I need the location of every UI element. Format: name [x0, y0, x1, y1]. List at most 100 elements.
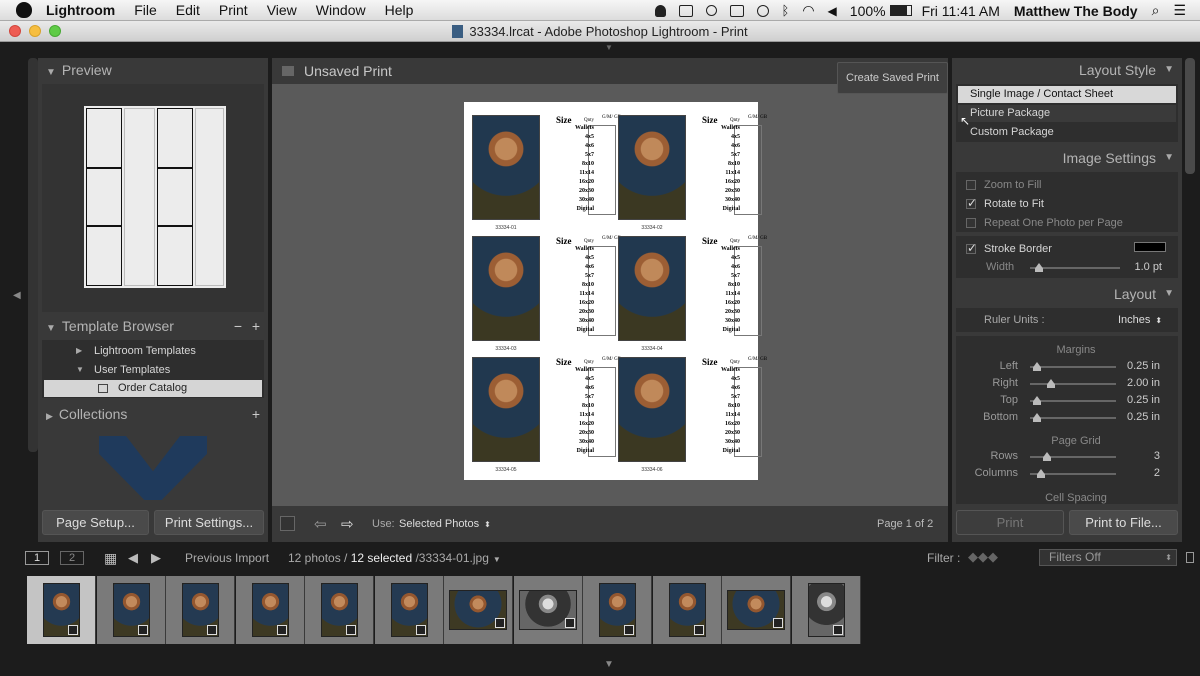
add-collection-icon[interactable]: +: [252, 402, 260, 426]
filmstrip-cell[interactable]: [722, 576, 791, 644]
clock[interactable]: Fri 11:41 AM: [922, 3, 1000, 19]
layout-header[interactable]: Layout ▼: [952, 282, 1182, 306]
close-button[interactable]: [9, 25, 21, 37]
stroke-color-swatch[interactable]: [1134, 242, 1166, 252]
filter-select[interactable]: Filters Off ⬍: [1039, 549, 1177, 566]
slider-value[interactable]: 0.25 in: [1120, 411, 1160, 423]
zoom-to-fill-checkbox[interactable]: [966, 180, 976, 190]
battery-icon[interactable]: [889, 5, 912, 16]
menu-print[interactable]: Print: [219, 2, 248, 18]
filmstrip-thumbnail[interactable]: [807, 583, 845, 637]
preview-header[interactable]: ▼ Preview: [38, 58, 268, 82]
layout-style-custom-package[interactable]: Custom Package: [958, 124, 1176, 141]
slider-track[interactable]: [1030, 362, 1116, 371]
filmstrip-thumbnail[interactable]: [321, 583, 358, 637]
add-template-icon[interactable]: +: [252, 314, 260, 338]
filmstrip-cell[interactable]: [96, 576, 166, 644]
print-settings-button[interactable]: Print Settings...: [154, 510, 264, 535]
use-select[interactable]: Selected Photos ⬍: [399, 518, 491, 530]
filmstrip-cell[interactable]: [513, 576, 583, 644]
slider-knob[interactable]: [1033, 396, 1041, 405]
filmstrip-thumbnail[interactable]: [251, 583, 289, 637]
spotlight-search-icon[interactable]: ⌕: [1152, 2, 1160, 19]
volume-icon[interactable]: ◀: [828, 4, 837, 18]
template-browser-header[interactable]: ▼ Template Browser − +: [38, 314, 268, 338]
screen-icon[interactable]: [678, 4, 693, 17]
filmstrip-lock-icon[interactable]: [1186, 552, 1194, 563]
print-photo[interactable]: [618, 115, 686, 220]
slider-knob[interactable]: [1047, 379, 1055, 388]
slider-value[interactable]: 3: [1120, 450, 1160, 462]
menu-file[interactable]: File: [134, 2, 157, 18]
slider-value[interactable]: 2: [1120, 467, 1160, 479]
stroke-border-checkbox[interactable]: [966, 241, 977, 255]
print-photo[interactable]: [472, 115, 540, 220]
slider-value[interactable]: 0.25 in: [1120, 360, 1160, 372]
repeat-one-photo-checkbox[interactable]: [966, 218, 976, 228]
template-order-catalog[interactable]: Order Catalog: [44, 380, 262, 397]
filmstrip-cell[interactable]: [444, 576, 513, 644]
filmstrip-cell[interactable]: [583, 576, 652, 644]
time-machine-icon[interactable]: [756, 4, 769, 17]
filter-flags-icon[interactable]: ◆◆◆: [968, 549, 998, 565]
filmstrip-thumbnail[interactable]: [668, 583, 706, 637]
menu-view[interactable]: View: [267, 2, 297, 18]
notification-icon[interactable]: [654, 4, 666, 17]
image-settings-header[interactable]: Image Settings ▼: [952, 146, 1182, 170]
filmstrip-thumbnail[interactable]: [599, 583, 636, 637]
filmstrip-cell[interactable]: [27, 576, 96, 644]
width-slider-knob[interactable]: [1035, 263, 1043, 272]
slider-track[interactable]: [1030, 469, 1116, 478]
slider-knob[interactable]: [1033, 362, 1041, 371]
brightness-icon[interactable]: [705, 5, 717, 16]
print-button[interactable]: Print: [956, 510, 1064, 535]
bottom-panel-toggle-icon[interactable]: ▼: [604, 659, 614, 670]
toggle-checkbox[interactable]: [280, 516, 295, 531]
user-menu[interactable]: Matthew The Body: [1014, 3, 1138, 19]
filmstrip-cell[interactable]: [374, 576, 444, 644]
filmstrip-cell[interactable]: [652, 576, 722, 644]
width-slider[interactable]: [1030, 263, 1120, 272]
bluetooth-icon[interactable]: ᛒ: [782, 3, 790, 18]
layout-style-single-image[interactable]: Single Image / Contact Sheet: [958, 86, 1176, 103]
template-folder-user[interactable]: ▼ User Templates: [42, 361, 264, 379]
back-arrow-icon[interactable]: ◀: [128, 550, 138, 566]
print-photo[interactable]: [618, 357, 686, 462]
source-label[interactable]: Previous Import: [185, 551, 269, 565]
next-page-icon[interactable]: ⇨: [341, 515, 354, 533]
wifi-icon[interactable]: ◠: [802, 2, 814, 19]
apple-icon[interactable]: [16, 2, 32, 18]
slider-track[interactable]: [1030, 396, 1116, 405]
slider-value[interactable]: 0.25 in: [1120, 394, 1160, 406]
menu-help[interactable]: Help: [385, 2, 414, 18]
photo-count[interactable]: 12 photos / 12 selected /33334-01.jpg ▼: [288, 551, 501, 565]
menu-window[interactable]: Window: [316, 2, 366, 18]
notification-center-icon[interactable]: ☰: [1173, 2, 1186, 19]
filmstrip-thumbnail[interactable]: [390, 583, 428, 637]
template-folder-lightroom[interactable]: ▶ Lightroom Templates: [42, 342, 264, 360]
filmstrip-cell[interactable]: [166, 576, 235, 644]
page-setup-button[interactable]: Page Setup...: [42, 510, 149, 535]
grid-view-icon[interactable]: ▦: [104, 550, 117, 567]
print-photo[interactable]: [472, 236, 540, 341]
slider-track[interactable]: [1030, 379, 1116, 388]
left-panel-scrollbar[interactable]: [28, 58, 38, 452]
filmstrip-cell[interactable]: [791, 576, 861, 644]
filmstrip-thumbnail[interactable]: [43, 583, 80, 637]
slider-track[interactable]: [1030, 413, 1116, 422]
menu-app[interactable]: Lightroom: [46, 2, 115, 18]
filmstrip-cell[interactable]: [305, 576, 374, 644]
collections-header[interactable]: ▶ Collections +: [38, 402, 268, 426]
layout-style-header[interactable]: Layout Style ▼: [952, 58, 1182, 82]
slider-knob[interactable]: [1043, 452, 1051, 461]
window-1-button[interactable]: 1: [25, 551, 49, 565]
forward-arrow-icon[interactable]: ▶: [151, 550, 161, 566]
right-panel-scrollbar[interactable]: [1185, 58, 1195, 174]
filmstrip-thumbnail[interactable]: [727, 590, 785, 630]
slider-knob[interactable]: [1033, 413, 1041, 422]
top-panel-toggle-icon[interactable]: ▼: [605, 43, 613, 52]
menu-edit[interactable]: Edit: [176, 2, 200, 18]
print-to-file-button[interactable]: Print to File...: [1069, 510, 1178, 535]
filmstrip-thumbnail[interactable]: [518, 590, 577, 630]
filmstrip-cell[interactable]: [235, 576, 305, 644]
